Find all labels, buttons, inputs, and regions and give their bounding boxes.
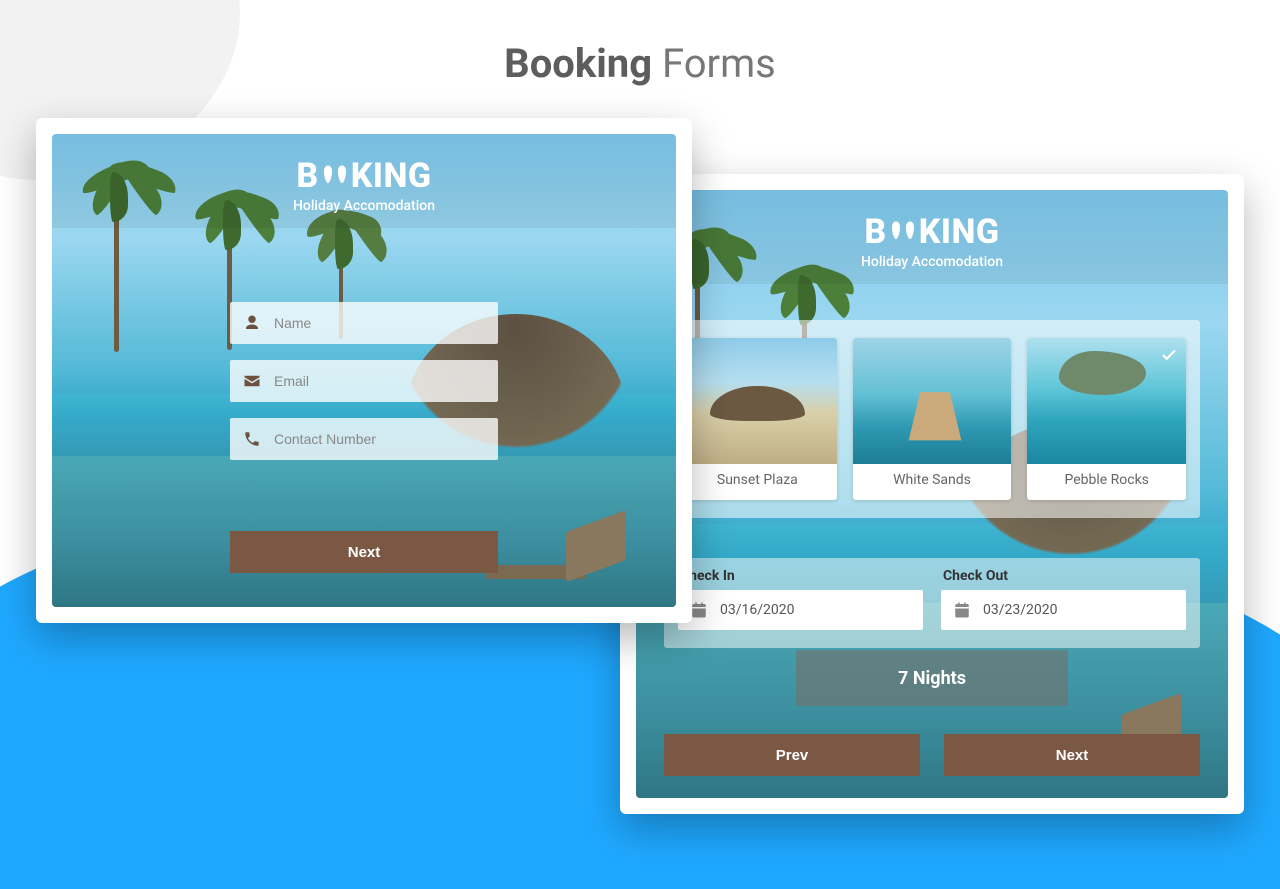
calendar-icon [953, 601, 971, 619]
next-button[interactable]: Next [230, 531, 498, 573]
hero-image: B KING Holiday Accomodation Sunset Plaza… [636, 190, 1228, 798]
checkin-input[interactable]: 03/16/2020 [678, 590, 923, 630]
location-label: Pebble Rocks [1027, 464, 1186, 500]
checkout-input[interactable]: 03/23/2020 [941, 590, 1186, 630]
checkout-label: Check Out [941, 568, 1186, 584]
flipflops-icon [889, 218, 917, 246]
name-input[interactable] [274, 302, 498, 344]
booking-form-step2-card: B KING Holiday Accomodation Sunset Plaza… [620, 174, 1244, 814]
location-thumb-image [678, 338, 837, 464]
location-option-pebble-rocks[interactable]: Pebble Rocks [1027, 338, 1186, 500]
location-label: White Sands [853, 464, 1012, 496]
contact-input[interactable] [274, 418, 498, 460]
email-field-row [230, 360, 498, 402]
brand-logo: B KING [864, 212, 999, 252]
phone-icon [230, 418, 274, 460]
brand-tagline: Holiday Accomodation [636, 254, 1228, 270]
checkin-column: Check In 03/16/2020 [678, 568, 923, 630]
checkout-value: 03/23/2020 [983, 602, 1058, 618]
page-title-bold: Booking [504, 40, 652, 87]
brand-logo: B KING [296, 156, 431, 196]
page-title-rest: Forms [652, 40, 776, 87]
brand-header: B KING Holiday Accomodation [52, 134, 676, 228]
page-title: Booking Forms [0, 40, 1280, 87]
hero-image: B KING Holiday Accomodation [52, 134, 676, 607]
location-picker: Sunset Plaza White Sands Pebble Rocks [664, 320, 1200, 518]
brand-header: B KING Holiday Accomodation [636, 190, 1228, 284]
date-range-row: Check In 03/16/2020 Check Out 03/23/2020 [664, 558, 1200, 648]
flipflops-icon [321, 162, 349, 190]
location-option-white-sands[interactable]: White Sands [853, 338, 1012, 500]
calendar-icon [690, 601, 708, 619]
check-icon [1158, 344, 1180, 366]
envelope-icon [230, 360, 274, 402]
checkin-label: Check In [678, 568, 923, 584]
booking-form-step1-card: B KING Holiday Accomodation [36, 118, 692, 623]
next-button[interactable]: Next [944, 734, 1200, 776]
nights-summary: 7 Nights [796, 650, 1068, 706]
location-option-sunset-plaza[interactable]: Sunset Plaza [678, 338, 837, 500]
email-input[interactable] [274, 360, 498, 402]
contact-field-row [230, 418, 498, 460]
prev-button[interactable]: Prev [664, 734, 920, 776]
brand-tagline: Holiday Accomodation [52, 198, 676, 214]
contact-form [230, 302, 498, 460]
location-thumb-image [853, 338, 1012, 464]
name-field-row [230, 302, 498, 344]
checkin-value: 03/16/2020 [720, 602, 795, 618]
step-nav: Prev Next [664, 734, 1200, 776]
location-label: Sunset Plaza [678, 464, 837, 496]
user-icon [230, 302, 274, 344]
checkout-column: Check Out 03/23/2020 [941, 568, 1186, 630]
